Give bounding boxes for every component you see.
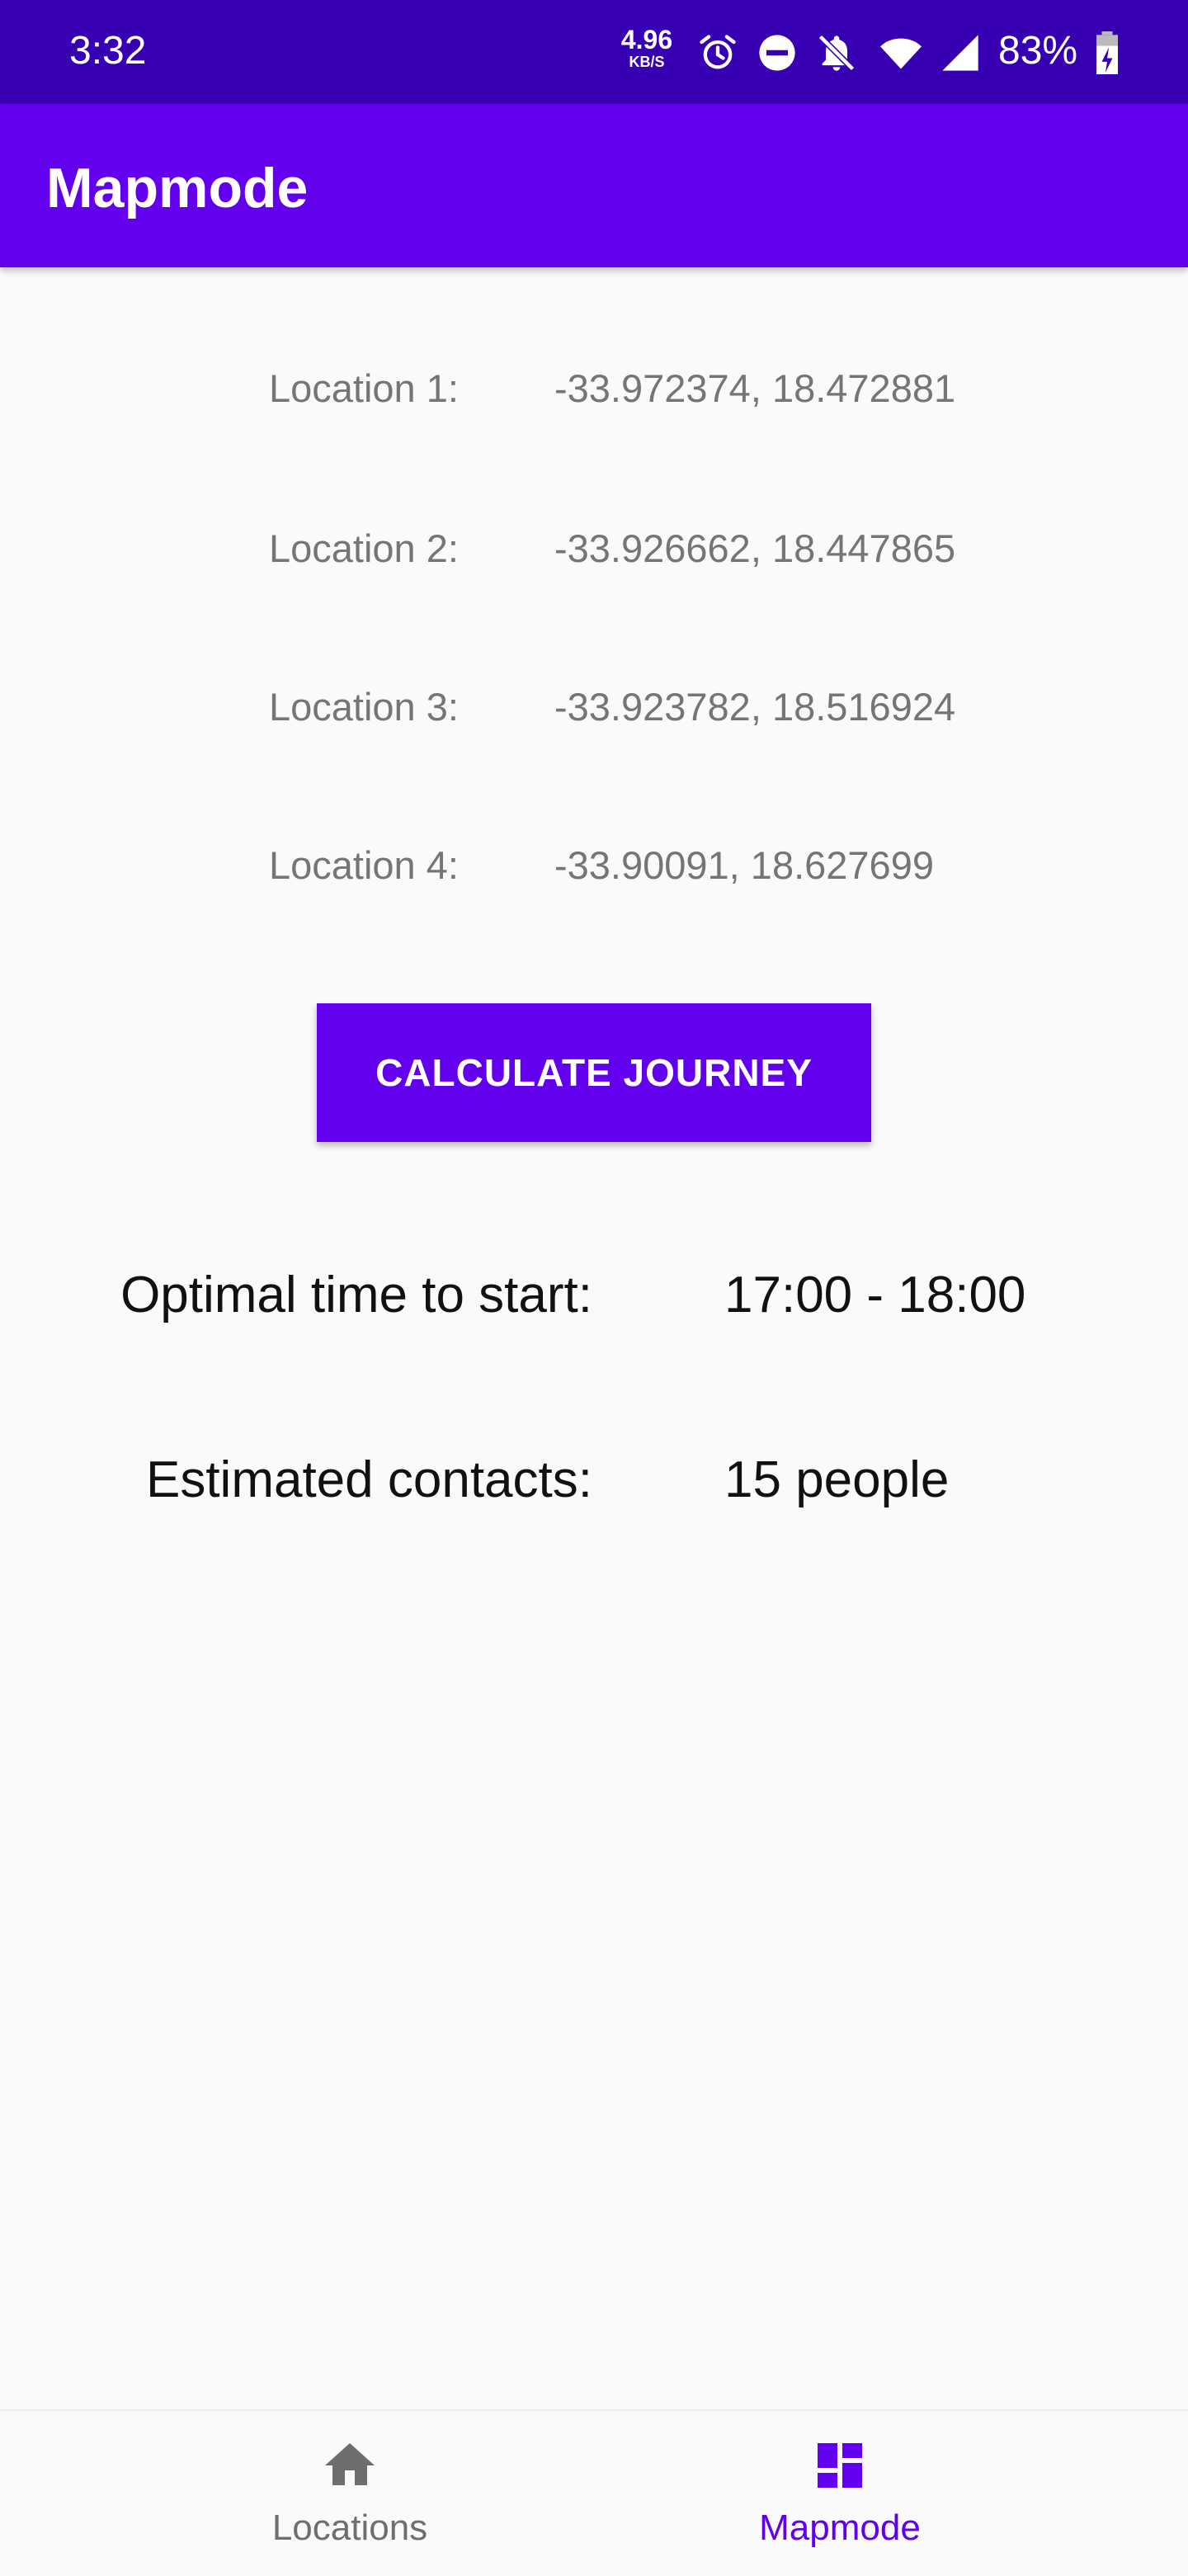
optimal-time-label: Optimal time to start: bbox=[120, 1267, 592, 1323]
location-row-2: Location 2: -33.926662, 18.447865 bbox=[0, 520, 1188, 578]
estimated-contacts-value: 15 people bbox=[724, 1451, 950, 1508]
notifications-off-icon bbox=[815, 31, 858, 74]
location-row-3: Location 3: -33.923782, 18.516924 bbox=[0, 678, 1188, 736]
estimated-contacts-label: Estimated contacts: bbox=[145, 1451, 592, 1508]
network-speed: 4.96 KB/S bbox=[620, 26, 673, 69]
location-label: Location 1: bbox=[269, 366, 459, 410]
bottom-navigation: Locations Mapmode bbox=[0, 2409, 1188, 2576]
location-coordinates: -33.926662, 18.447865 bbox=[554, 526, 956, 570]
app-bar: Mapmode bbox=[0, 104, 1188, 267]
location-coordinates: -33.90091, 18.627699 bbox=[554, 843, 934, 887]
cellular-signal-icon bbox=[939, 31, 982, 74]
estimated-contacts-row: Estimated contacts: 15 people bbox=[0, 1446, 1188, 1515]
location-label: Location 2: bbox=[269, 526, 459, 570]
location-row-1: Location 1: -33.972374, 18.472881 bbox=[0, 360, 1188, 418]
location-label: Location 4: bbox=[269, 843, 459, 887]
location-coordinates: -33.972374, 18.472881 bbox=[554, 366, 956, 410]
alarm-icon bbox=[696, 31, 739, 74]
page-title: Mapmode bbox=[46, 157, 309, 219]
battery-percentage: 83% bbox=[998, 29, 1078, 73]
nav-item-mapmode[interactable]: Mapmode bbox=[543, 2411, 1137, 2576]
dashboard-icon bbox=[810, 2436, 870, 2495]
location-row-4: Location 4: -33.90091, 18.627699 bbox=[0, 837, 1188, 894]
battery-charging-icon bbox=[1094, 31, 1120, 74]
nav-label-mapmode: Mapmode bbox=[759, 2508, 921, 2548]
optimal-time-value: 17:00 - 18:00 bbox=[724, 1267, 1026, 1323]
status-bar: 3:32 4.96 KB/S 83% bbox=[0, 0, 1188, 104]
calculate-journey-button[interactable]: CALCULATE JOURNEY bbox=[317, 1003, 871, 1142]
network-speed-unit: KB/S bbox=[629, 54, 665, 70]
location-label: Location 3: bbox=[269, 685, 459, 729]
network-speed-value: 4.96 bbox=[620, 25, 673, 54]
do-not-disturb-icon bbox=[756, 31, 799, 74]
status-time: 3:32 bbox=[69, 29, 147, 73]
home-icon bbox=[320, 2436, 380, 2495]
optimal-time-row: Optimal time to start: 17:00 - 18:00 bbox=[0, 1261, 1188, 1330]
wifi-icon bbox=[879, 31, 922, 74]
location-coordinates: -33.923782, 18.516924 bbox=[554, 685, 956, 729]
